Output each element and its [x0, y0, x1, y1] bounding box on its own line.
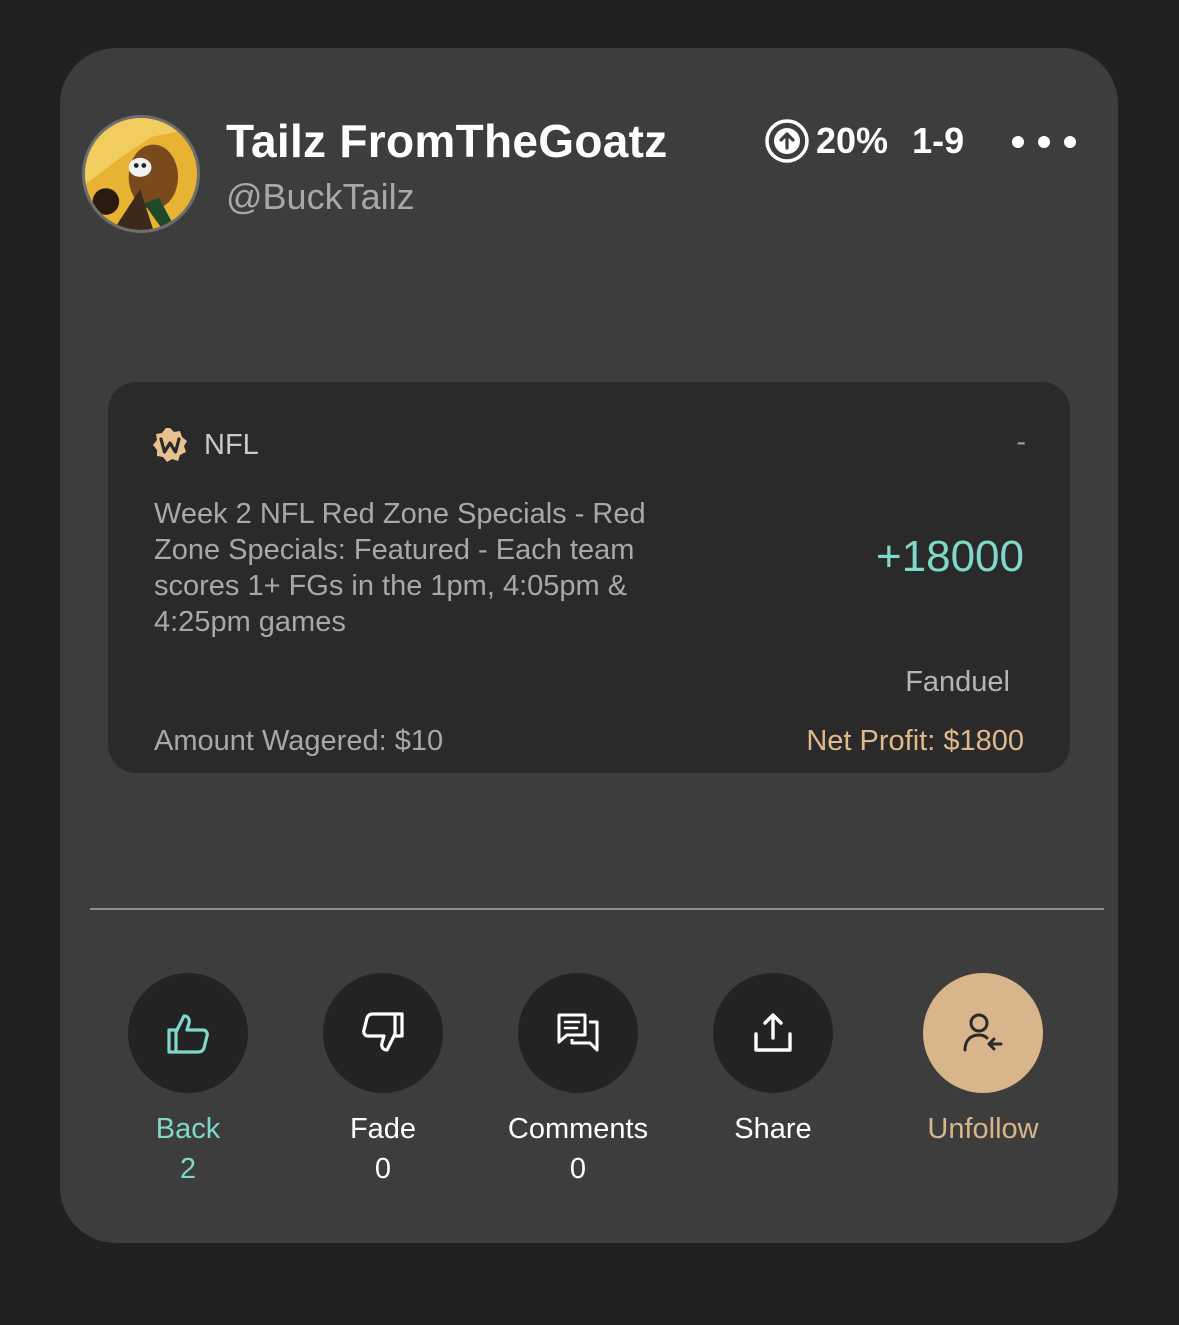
more-options-button[interactable]	[1012, 130, 1076, 154]
w-badge-icon	[153, 428, 187, 462]
back-button[interactable]: Back 2	[98, 973, 278, 1187]
thumbs-down-icon	[362, 1012, 404, 1052]
comments-count: 0	[569, 1153, 587, 1185]
user-stats: 20% 1-9	[764, 116, 964, 166]
thumbs-up-icon	[167, 1014, 209, 1054]
share-icon	[754, 1013, 792, 1052]
roi-value: 20%	[816, 120, 889, 161]
comments-label: Comments	[507, 1113, 649, 1145]
unfollow-button[interactable]: Unfollow	[893, 973, 1073, 1147]
unfollow-label: Unfollow	[927, 1113, 1039, 1145]
sportsbook-name: Fanduel	[905, 666, 1010, 698]
comments-button[interactable]: Comments 0	[488, 973, 668, 1187]
user-unfollow-icon	[963, 1013, 1003, 1052]
fade-count: 0	[374, 1153, 392, 1185]
fade-label: Fade	[349, 1113, 417, 1145]
win-loss-record: 1-9	[912, 120, 965, 161]
bet-slip[interactable]: NFL - Week 2 NFL Red Zone Specials - Red…	[108, 382, 1070, 773]
user-name[interactable]: Tailz FromTheGoatz	[226, 114, 668, 168]
share-label: Share	[734, 1113, 812, 1145]
bet-odds: +18000	[875, 532, 1024, 581]
more-dots-icon	[1012, 136, 1024, 148]
bet-status: -	[1016, 426, 1026, 458]
comments-icon	[557, 1013, 599, 1052]
back-label: Back	[155, 1113, 221, 1145]
user-handle[interactable]: @BuckTailz	[226, 176, 415, 218]
amount-wagered: Amount Wagered: $10	[154, 725, 444, 757]
divider	[90, 908, 1104, 910]
post-card: Tailz FromTheGoatz @BuckTailz 20% 1-9 NF…	[60, 48, 1118, 1243]
fade-button[interactable]: Fade 0	[293, 973, 473, 1187]
avatar-image	[85, 118, 197, 230]
back-count: 2	[179, 1153, 197, 1185]
arrow-up-circle-icon	[765, 119, 809, 163]
league-label: NFL	[204, 429, 259, 461]
bet-description: Week 2 NFL Red Zone Specials - Red Zone …	[154, 498, 646, 638]
avatar[interactable]	[82, 115, 200, 233]
net-profit: Net Profit: $1800	[806, 725, 1024, 757]
share-button[interactable]: Share	[683, 973, 863, 1147]
